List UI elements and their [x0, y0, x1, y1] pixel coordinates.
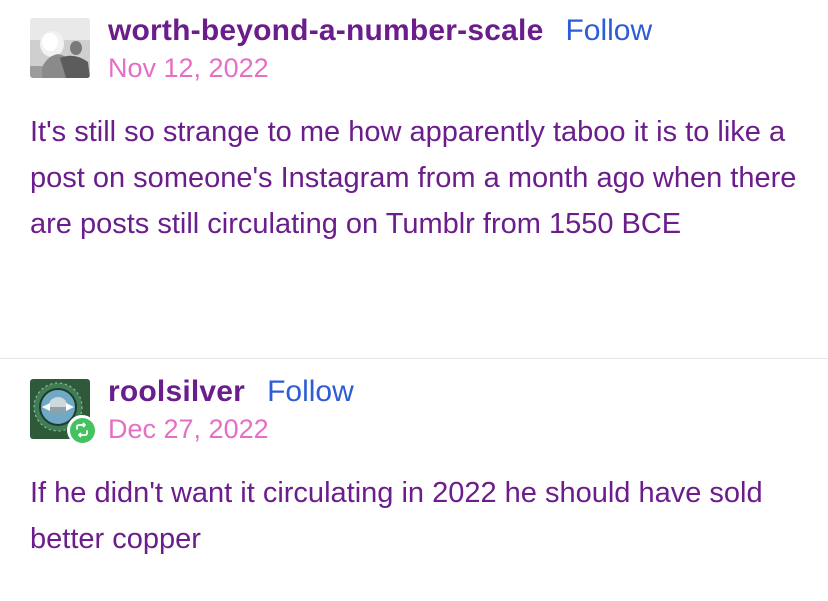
- username-link[interactable]: worth-beyond-a-number-scale: [108, 14, 543, 48]
- post-date[interactable]: Nov 12, 2022: [108, 53, 269, 84]
- avatar[interactable]: [30, 18, 90, 78]
- follow-button[interactable]: Follow: [565, 14, 652, 48]
- username-link[interactable]: roolsilver: [108, 375, 245, 409]
- post-body: If he didn't want it circulating in 2022…: [30, 477, 763, 555]
- avatar[interactable]: [30, 379, 97, 445]
- post-header: roolsilver Follow: [108, 375, 354, 409]
- post-reblog: roolsilver Follow Dec 27, 2022 If he did…: [0, 360, 828, 601]
- reblog-icon: [76, 422, 88, 438]
- reblog-badge: [67, 415, 97, 445]
- post-divider: [0, 358, 828, 359]
- post-original: worth-beyond-a-number-scale Follow Nov 1…: [0, 0, 828, 358]
- post-header: worth-beyond-a-number-scale Follow: [108, 14, 652, 48]
- post-body: It's still so strange to me how apparent…: [30, 116, 797, 240]
- post-date[interactable]: Dec 27, 2022: [108, 414, 269, 445]
- follow-button[interactable]: Follow: [267, 375, 354, 409]
- grayscale-profile-photo-icon: [30, 18, 90, 78]
